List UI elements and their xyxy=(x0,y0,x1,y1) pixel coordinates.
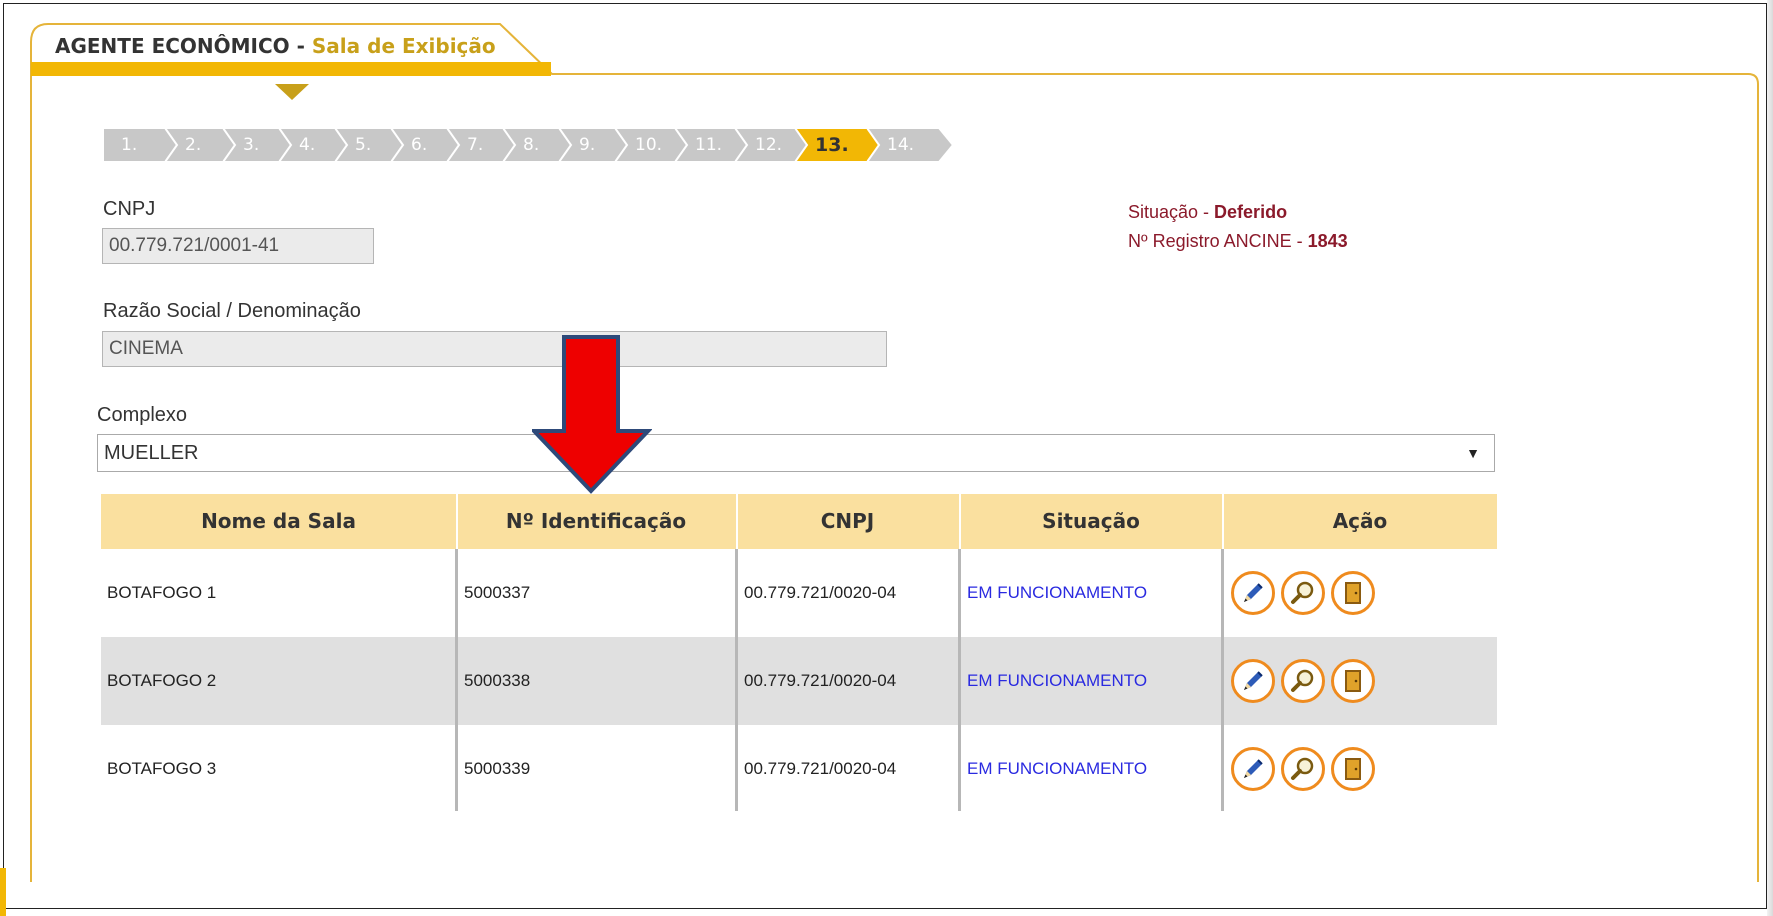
column-divider xyxy=(455,549,458,811)
situacao-line: Situação - Deferido xyxy=(1128,198,1348,227)
panel-title-sub: Sala de Exibição xyxy=(311,34,496,58)
complexo-select[interactable]: MUELLER ▼ xyxy=(97,434,1495,472)
tab-pointer-icon xyxy=(275,84,309,100)
pencil-button[interactable] xyxy=(1231,747,1275,791)
row-actions xyxy=(1223,637,1375,725)
magnifier-button[interactable] xyxy=(1281,747,1325,791)
cell-situacao[interactable]: EM FUNCIONAMENTO xyxy=(961,725,1221,813)
cell-identificacao: 5000337 xyxy=(464,583,531,602)
header-divider xyxy=(959,494,961,549)
step-wizard: 1. 2. 3. 4. 5. 6. 7. 8. 9. 10. 11. 12. 13. 14. xyxy=(103,128,963,162)
header-nome-da-sala[interactable]: Nome da Sala xyxy=(101,494,456,549)
pencil-icon xyxy=(1240,668,1266,694)
razao-social-label: Razão Social / Denominação xyxy=(103,300,361,322)
cell-nome: BOTAFOGO 2 xyxy=(107,671,217,690)
situacao-value: Deferido xyxy=(1214,202,1288,222)
situacao-prefix: Situação - xyxy=(1128,202,1215,222)
annotation-arrow-icon xyxy=(532,335,652,494)
magnifier-icon xyxy=(1290,668,1316,694)
step-label: 10. xyxy=(635,135,663,155)
complexo-label: Complexo xyxy=(97,404,188,426)
column-divider xyxy=(735,549,738,811)
table-body: BOTAFOGO 1 5000337 00.779.721/0020-04 EM FU… xyxy=(101,549,1497,813)
cell-cnpj: 00.779.721/0020-04 xyxy=(744,759,897,778)
magnifier-button[interactable] xyxy=(1281,659,1325,703)
dropdown-caret-icon: ▼ xyxy=(1466,445,1480,461)
cell-nome: BOTAFOGO 3 xyxy=(107,759,217,778)
header-divider xyxy=(1222,494,1224,549)
step-label: 8. xyxy=(523,135,540,155)
magnifier-icon xyxy=(1290,756,1316,782)
cell-nome: BOTAFOGO 1 xyxy=(107,583,217,602)
step-label: 1. xyxy=(121,135,138,155)
door-icon xyxy=(1340,668,1366,694)
salas-table: Nome da Sala Nº Identificação CNPJ Situa… xyxy=(101,494,1497,813)
header-acao: Ação xyxy=(1332,509,1388,533)
row-actions xyxy=(1223,549,1375,637)
step-label: 9. xyxy=(579,135,596,155)
table-row: BOTAFOGO 1 5000337 00.779.721/0020-04 EM FU… xyxy=(101,549,1497,637)
door-icon xyxy=(1340,756,1366,782)
panel-title: AGENTE ECONÔMICO - Sala de Exibição xyxy=(55,34,496,58)
step-label: 3. xyxy=(243,135,260,155)
panel-title-main: AGENTE ECONÔMICO - xyxy=(55,34,312,58)
door-icon xyxy=(1340,580,1366,606)
step-label: 12. xyxy=(755,135,783,155)
step-label: 14. xyxy=(887,135,915,155)
step-label: 13. xyxy=(815,134,849,156)
cnpj-label: CNPJ xyxy=(103,198,156,220)
complexo-selected-value: MUELLER xyxy=(104,442,199,464)
door-button[interactable] xyxy=(1331,747,1375,791)
door-button[interactable] xyxy=(1331,571,1375,615)
magnifier-icon xyxy=(1290,580,1316,606)
registro-prefix: Nº Registro ANCINE - xyxy=(1128,231,1308,251)
header-divider xyxy=(736,494,738,549)
step-label: 5. xyxy=(355,135,372,155)
cell-identificacao: 5000338 xyxy=(464,671,531,690)
cell-situacao[interactable]: EM FUNCIONAMENTO xyxy=(961,549,1221,637)
table-row: BOTAFOGO 2 5000338 00.779.721/0020-04 EM FU… xyxy=(101,637,1497,725)
left-accent-bar xyxy=(0,868,6,916)
pencil-icon xyxy=(1240,580,1266,606)
step-label: 7. xyxy=(467,135,484,155)
header-divider xyxy=(456,494,458,549)
window-shadow xyxy=(1767,0,1773,916)
cell-cnpj: 00.779.721/0020-04 xyxy=(744,583,897,602)
step-label: 2. xyxy=(185,135,202,155)
header-identificacao[interactable]: Nº Identificação xyxy=(456,494,736,549)
pencil-button[interactable] xyxy=(1231,659,1275,703)
cell-identificacao: 5000339 xyxy=(464,759,531,778)
registro-value: 1843 xyxy=(1307,231,1348,251)
registro-line: Nº Registro ANCINE - 1843 xyxy=(1128,227,1348,256)
door-button[interactable] xyxy=(1331,659,1375,703)
pencil-icon xyxy=(1240,756,1266,782)
header-cnpj[interactable]: CNPJ xyxy=(736,494,959,549)
status-block: Situação - Deferido Nº Registro ANCINE -… xyxy=(1128,198,1348,256)
cell-situacao[interactable]: EM FUNCIONAMENTO xyxy=(961,637,1221,725)
pencil-button[interactable] xyxy=(1231,571,1275,615)
step-label: 11. xyxy=(695,135,723,155)
cell-cnpj: 00.779.721/0020-04 xyxy=(744,671,897,690)
cnpj-field[interactable]: 00.779.721/0001-41 xyxy=(102,228,374,264)
header-situacao[interactable]: Situação xyxy=(959,494,1223,549)
table-row: BOTAFOGO 3 5000339 00.779.721/0020-04 EM FU… xyxy=(101,725,1497,813)
row-actions xyxy=(1223,725,1375,813)
step-label: 4. xyxy=(299,135,316,155)
column-divider xyxy=(1221,549,1224,811)
razao-social-field[interactable]: CINEMA xyxy=(102,331,887,367)
step-14[interactable]: 14. xyxy=(867,128,955,162)
column-divider xyxy=(958,549,961,811)
table-header: Nome da Sala Nº Identificação CNPJ Situa… xyxy=(101,494,1497,549)
step-label: 6. xyxy=(411,135,428,155)
magnifier-button[interactable] xyxy=(1281,571,1325,615)
